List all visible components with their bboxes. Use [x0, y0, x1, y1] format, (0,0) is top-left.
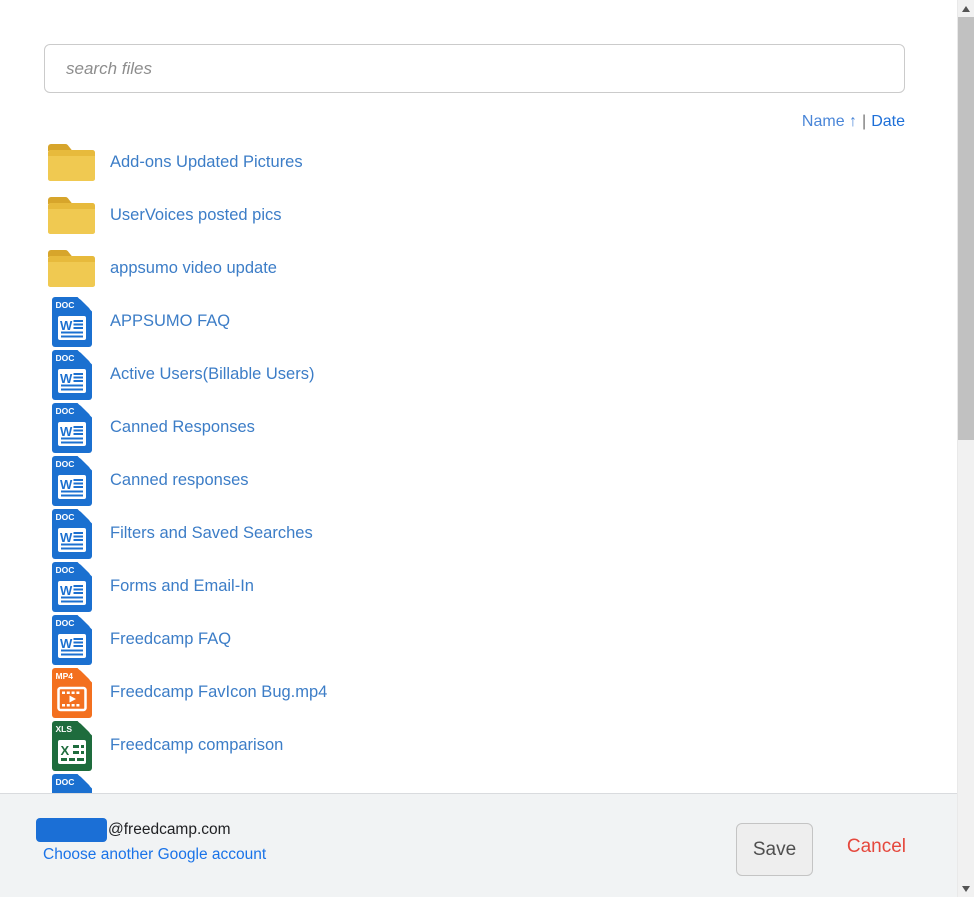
choose-another-account-link[interactable]: Choose another Google account [43, 846, 266, 864]
file-name[interactable]: appsumo video update [110, 259, 277, 278]
svg-text:MP4: MP4 [56, 671, 74, 681]
file-row[interactable]: appsumo video update [48, 242, 957, 295]
sort-ascending-arrow-icon: ↑ [849, 113, 857, 130]
file-icon-wrap [48, 144, 96, 182]
file-row[interactable]: DOC W APPSUMO FAQ [48, 295, 957, 348]
folder-icon [48, 197, 96, 235]
sort-by-date-link[interactable]: Date [871, 113, 905, 130]
file-icon-wrap: DOC W [48, 350, 96, 400]
file-row[interactable]: XLS X Freedcamp comparison [48, 719, 957, 772]
svg-text:XLS: XLS [56, 724, 73, 734]
svg-text:W: W [60, 318, 73, 333]
svg-text:W: W [60, 477, 73, 492]
file-row[interactable]: UserVoices posted pics [48, 189, 957, 242]
save-button[interactable]: Save [736, 823, 813, 876]
file-row[interactable]: DOC W Filters and Saved Searches [48, 507, 957, 560]
file-name[interactable]: Freedcamp comparison [110, 736, 283, 755]
file-name[interactable]: Canned Responses [110, 418, 255, 437]
file-icon-wrap: DOC W [48, 456, 96, 506]
search-bar [44, 44, 905, 93]
sort-by-name-link[interactable]: Name ↑ [802, 113, 857, 130]
file-icon-wrap: MP4 [48, 668, 96, 718]
search-input[interactable] [44, 44, 905, 93]
redacted-email-username [36, 818, 107, 842]
svg-text:W: W [60, 530, 73, 545]
file-name[interactable]: APPSUMO FAQ [110, 312, 230, 331]
doc-icon: DOC W [52, 350, 92, 400]
svg-text:DOC: DOC [56, 777, 75, 787]
file-name[interactable]: Freedcamp FAQ [110, 630, 231, 649]
sort-separator: | [862, 113, 866, 130]
file-icon-wrap [48, 197, 96, 235]
file-row[interactable]: DOC W Canned responses [48, 454, 957, 507]
file-icon-wrap: DOC W [48, 562, 96, 612]
svg-text:W: W [60, 424, 73, 439]
file-list: Add-ons Updated Pictures UserVoices post… [0, 136, 957, 793]
sort-name-label: Name [802, 113, 845, 130]
file-row[interactable]: MP4 Freedcamp FavIcon Bug.mp4 [48, 666, 957, 719]
email-domain: @freedcamp.com [108, 821, 231, 839]
file-icon-wrap [48, 250, 96, 288]
footer: @freedcamp.com Choose another Google acc… [0, 793, 957, 897]
svg-text:DOC: DOC [56, 406, 75, 416]
cancel-button[interactable]: Cancel [847, 836, 906, 858]
file-name[interactable]: Add-ons Updated Pictures [110, 153, 303, 172]
file-name[interactable]: Active Users(Billable Users) [110, 365, 314, 384]
doc-icon: DOC W [52, 562, 92, 612]
svg-text:W: W [60, 636, 73, 651]
file-name[interactable]: Forms and Email-In [110, 577, 254, 596]
file-name[interactable]: Freedcamp FavIcon Bug.mp4 [110, 683, 327, 702]
file-icon-wrap: DOC W [48, 297, 96, 347]
file-icon-wrap: DOC W [48, 509, 96, 559]
scrollbar-thumb[interactable] [958, 17, 974, 440]
file-icon-wrap: DOC W [48, 615, 96, 665]
scroll-down-button[interactable] [958, 880, 974, 897]
svg-text:DOC: DOC [56, 353, 75, 363]
svg-text:DOC: DOC [56, 459, 75, 469]
file-name[interactable]: Filters and Saved Searches [110, 524, 313, 543]
mp4-icon: MP4 [52, 668, 92, 718]
doc-icon: DOC W [52, 774, 92, 794]
xls-icon: XLS X [52, 721, 92, 771]
svg-text:DOC: DOC [56, 565, 75, 575]
file-row[interactable]: DOC W Canned Responses [48, 401, 957, 454]
folder-icon [48, 250, 96, 288]
file-row[interactable]: DOC W Freedcamp FAQ [48, 613, 957, 666]
doc-icon: DOC W [52, 403, 92, 453]
svg-text:W: W [60, 583, 73, 598]
doc-icon: DOC W [52, 456, 92, 506]
svg-text:DOC: DOC [56, 618, 75, 628]
svg-text:W: W [60, 371, 73, 386]
file-name[interactable]: UserVoices posted pics [110, 206, 282, 225]
svg-text:DOC: DOC [56, 512, 75, 522]
vertical-scrollbar[interactable] [957, 0, 974, 897]
file-row[interactable]: DOC W Forms and Email-In [48, 560, 957, 613]
folder-icon [48, 144, 96, 182]
file-row[interactable]: Add-ons Updated Pictures [48, 136, 957, 189]
scroll-down-arrow-icon [962, 886, 970, 892]
svg-text:DOC: DOC [56, 300, 75, 310]
doc-icon: DOC W [52, 509, 92, 559]
scroll-up-button[interactable] [958, 0, 974, 17]
file-row[interactable]: DOC W [48, 772, 957, 793]
doc-icon: DOC W [52, 615, 92, 665]
svg-text:X: X [61, 743, 70, 758]
file-icon-wrap: DOC W [48, 403, 96, 453]
file-icon-wrap: DOC W [48, 774, 96, 794]
doc-icon: DOC W [52, 297, 92, 347]
file-icon-wrap: XLS X [48, 721, 96, 771]
sort-bar: Name ↑ | Date [802, 112, 905, 132]
current-account: @freedcamp.com [36, 818, 231, 842]
scroll-up-arrow-icon [962, 6, 970, 12]
file-row[interactable]: DOC W Active Users(Billable Users) [48, 348, 957, 401]
file-name[interactable]: Canned responses [110, 471, 249, 490]
